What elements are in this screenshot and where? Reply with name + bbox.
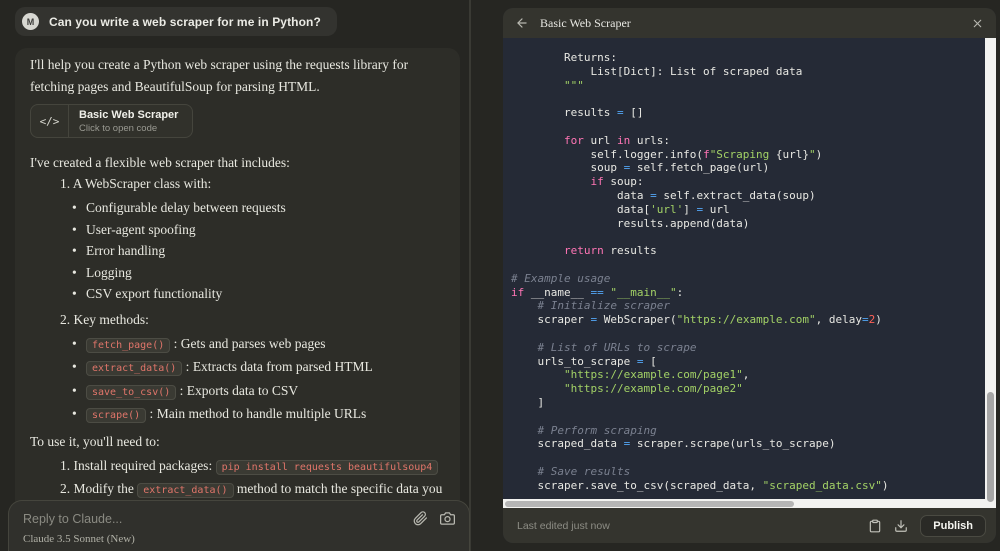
last-edited-status: Last edited just now — [517, 519, 610, 532]
list-item: Install required packages: pip install r… — [60, 458, 445, 475]
copy-icon[interactable] — [868, 519, 882, 533]
vertical-scrollbar[interactable] — [985, 38, 996, 508]
feature-bullets: Configurable delay between requests User-… — [60, 201, 445, 302]
code-line: scraper.save_to_csv(scraped_data, "scrap… — [511, 478, 889, 492]
usage-intro: To use it, you'll need to: — [30, 433, 160, 449]
list-item: Configurable delay between requests — [72, 201, 445, 216]
code-line: data['url'] = url — [511, 202, 730, 216]
user-avatar: M — [22, 13, 39, 30]
code-line: return results — [563, 244, 657, 258]
artifact-panel: Basic Web Scraper Returns: List[Dict]: L… — [503, 8, 996, 543]
code-icon: </> — [31, 105, 69, 137]
code-line: scraped_data = scraper.scrape(urls_to_sc… — [511, 437, 836, 451]
artifact-card[interactable]: </> Basic Web Scraper Click to open code — [30, 104, 194, 138]
inline-code: extract_data() — [86, 361, 183, 376]
code-line: "https://example.com/page1", — [563, 368, 750, 382]
list-item: Error handling — [72, 244, 445, 259]
code-line: "https://example.com/page2" — [563, 382, 743, 396]
code-line: soup = self.fetch_page(url) — [511, 161, 770, 175]
list-item: User-agent spoofing — [72, 222, 445, 237]
code-line: data = self.extract_data(soup) — [511, 188, 816, 202]
list-item: save_to_csv() : Exports data to CSV — [72, 383, 445, 400]
code-line: # Save results — [537, 464, 631, 478]
list-item: fetch_page() : Gets and parses web pages — [72, 336, 445, 353]
vertical-scrollbar-thumb[interactable] — [987, 392, 994, 502]
publish-button[interactable]: Publish — [920, 514, 986, 537]
reply-input[interactable] — [23, 511, 413, 526]
download-icon[interactable] — [894, 519, 908, 533]
inline-code: scrape() — [86, 408, 147, 423]
artifact-panel-footer: Last edited just now Publish — [503, 508, 996, 543]
code-line: Returns: — [511, 51, 617, 64]
code-line: # Perform scraping — [537, 423, 657, 437]
code-line: urls_to_scrape = [ — [511, 354, 657, 368]
inline-code: extract_data() — [137, 483, 234, 498]
close-icon[interactable] — [971, 17, 984, 30]
code-line: # Initialize scraper — [537, 299, 670, 313]
code-viewer: Returns: List[Dict]: List of scraped dat… — [503, 38, 996, 508]
artifact-title: Basic Web Scraper — [540, 15, 631, 30]
code-line: results = [] — [511, 106, 644, 120]
list-item: scrape() : Main method to handle multipl… — [72, 407, 445, 423]
assistant-created-line: I've created a flexible web scraper that… — [30, 155, 290, 170]
artifact-panel-header: Basic Web Scraper — [503, 8, 996, 38]
code-line: ] — [511, 395, 545, 409]
code-line: for url in urls: — [563, 133, 670, 147]
artifact-card-meta: Basic Web Scraper Click to open code — [69, 105, 192, 137]
horizontal-scrollbar[interactable] — [503, 499, 985, 508]
list-item: A WebScraper class with: Configurable de… — [60, 173, 445, 301]
horizontal-scrollbar-thumb[interactable] — [505, 500, 795, 507]
code-line: if soup: — [590, 175, 644, 189]
assistant-intro: I'll help you create a Python web scrape… — [30, 57, 409, 94]
list-item: Key methods: fetch_page() : Gets and par… — [60, 309, 445, 423]
code-line: List[Dict]: List of scraped data — [511, 64, 803, 78]
feature-heading: A WebScraper class with: — [72, 176, 212, 191]
code-content: Returns: List[Dict]: List of scraped dat… — [511, 51, 982, 493]
code-line: results.append(data) — [511, 216, 750, 230]
code-line: # List of URLs to scrape — [537, 340, 697, 354]
chat-pane: M Can you write a web scraper for me in … — [0, 0, 471, 551]
feature-list: A WebScraper class with: Configurable de… — [30, 173, 445, 423]
back-icon[interactable] — [515, 16, 529, 30]
user-message-text: Can you write a web scraper for me in Py… — [49, 14, 321, 29]
method-bullets: fetch_page() : Gets and parses web pages… — [60, 336, 445, 423]
methods-heading: Key methods: — [73, 311, 149, 327]
list-item: Logging — [72, 265, 445, 280]
model-selector[interactable]: Claude 3.5 Sonnet (New) — [23, 533, 135, 545]
inline-code: fetch_page() — [86, 337, 171, 353]
artifact-card-subtitle: Click to open code — [79, 122, 158, 134]
attach-icon[interactable] — [413, 511, 428, 526]
assistant-message: I'll help you create a Python web scrape… — [15, 48, 460, 551]
code-line: self.logger.info(f"Scraping {url}") — [511, 147, 823, 161]
reply-input-box[interactable]: Claude 3.5 Sonnet (New) — [8, 500, 470, 551]
user-message-bubble: M Can you write a web scraper for me in … — [15, 7, 337, 36]
code-line: if __name__ == "__main__": — [511, 285, 684, 299]
inline-code: pip install requests beautifulsoup4 — [215, 459, 439, 475]
screenshot-icon[interactable] — [440, 511, 455, 526]
code-line: """ — [511, 78, 584, 92]
artifact-card-title: Basic Web Scraper — [79, 108, 179, 121]
list-item: CSV export functionality — [72, 287, 445, 302]
code-line: scraper = WebScraper("https://example.co… — [511, 313, 882, 327]
code-line: # Example usage — [511, 271, 611, 285]
inline-code: save_to_csv() — [86, 384, 177, 400]
list-item: extract_data() : Extracts data from pars… — [72, 360, 445, 376]
pane-divider — [469, 0, 471, 551]
